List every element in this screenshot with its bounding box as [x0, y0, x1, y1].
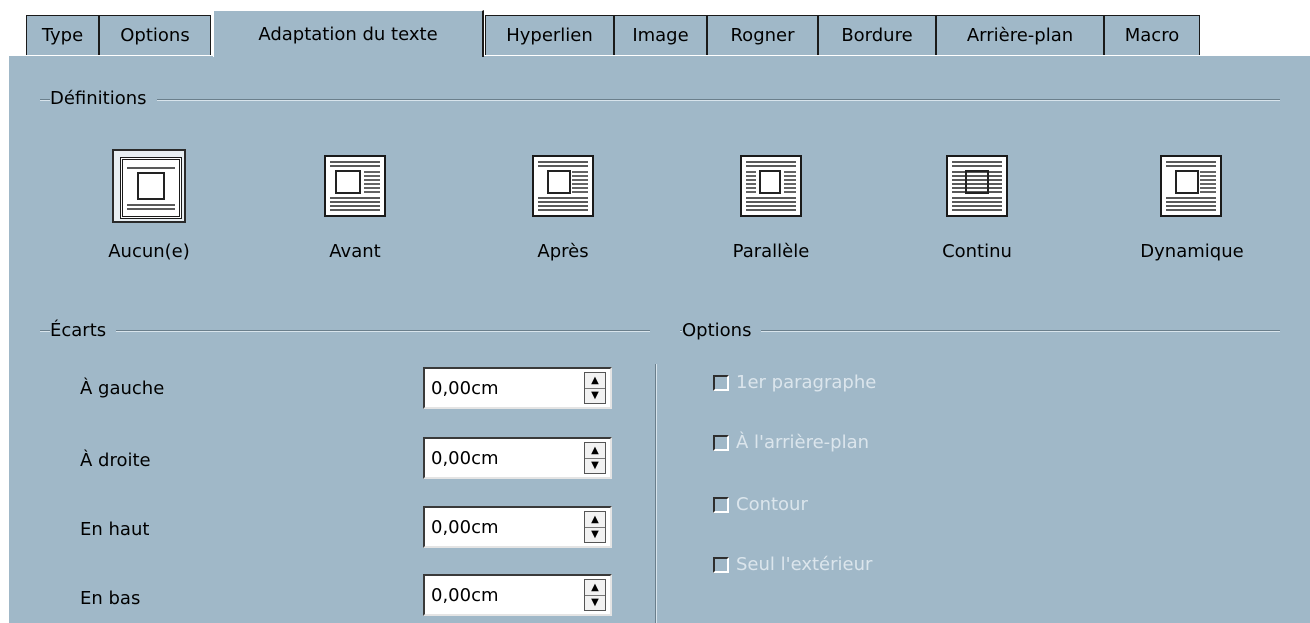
wrap-parallel-label[interactable]: Parallèle [708, 241, 834, 262]
wrap-optimal-label[interactable]: Dynamique [1122, 241, 1262, 262]
ecarts-separator [40, 330, 650, 332]
tab-label: Rogner [730, 25, 795, 46]
wrap-none-button[interactable] [112, 149, 186, 223]
wrap-through-label[interactable]: Continu [918, 241, 1036, 262]
top-spacing-label: En haut [80, 519, 150, 540]
tab-arriere-plan[interactable]: Arrière-plan [936, 15, 1104, 55]
spin-up-icon[interactable]: ▲ [585, 443, 605, 459]
tab-label: Macro [1124, 25, 1180, 46]
right-spacing-label: À droite [80, 450, 151, 471]
outside-only-label: Seul l'extérieur [736, 554, 873, 575]
in-background-label: À l'arrière-plan [736, 432, 870, 453]
spin-down-icon[interactable]: ▼ [585, 595, 605, 610]
wrap-parallel-button[interactable] [734, 149, 808, 223]
checkbox-unchecked-icon [713, 434, 729, 451]
left-spacing-field[interactable]: 0,00cm ▲ ▼ [423, 367, 612, 409]
definitions-group-title: Définitions [50, 88, 157, 109]
checkbox-unchecked-icon [713, 374, 729, 391]
first-paragraph-checkbox[interactable]: 1er paragraphe [713, 372, 876, 393]
tab-page-adaptation-du-texte [8, 55, 1310, 623]
spin-down-icon[interactable]: ▼ [585, 527, 605, 542]
tab-macro[interactable]: Macro [1104, 15, 1200, 55]
outside-only-checkbox[interactable]: Seul l'extérieur [713, 554, 872, 575]
options-separator [680, 330, 1280, 332]
group-divider [655, 364, 657, 623]
right-spacing-value[interactable]: 0,00cm [431, 448, 499, 469]
wrap-none-label[interactable]: Aucun(e) [86, 241, 212, 262]
checkbox-unchecked-icon [713, 556, 729, 573]
wrap-after-button[interactable] [526, 149, 600, 223]
bottom-spacing-field[interactable]: 0,00cm ▲ ▼ [423, 574, 612, 616]
wrap-before-icon [324, 155, 386, 217]
wrap-optimal-button[interactable] [1154, 149, 1228, 223]
spin-up-icon[interactable]: ▲ [585, 373, 605, 389]
left-spacing-label: À gauche [80, 378, 165, 399]
tab-options[interactable]: Options [99, 15, 211, 55]
tab-adaptation-du-texte[interactable]: Adaptation du texte [213, 10, 484, 57]
tab-label: Type [41, 25, 84, 46]
tab-bar: Type Options Adaptation du texte Hyperli… [0, 0, 1310, 57]
spin-up-icon[interactable]: ▲ [585, 512, 605, 528]
first-paragraph-label: 1er paragraphe [736, 372, 877, 393]
right-spacing-spinner: ▲ ▼ [584, 442, 606, 474]
bottom-spacing-value[interactable]: 0,00cm [431, 585, 499, 606]
contour-label: Contour [736, 494, 808, 515]
left-spacing-value[interactable]: 0,00cm [431, 378, 499, 399]
tab-label: Arrière-plan [966, 25, 1074, 46]
wrap-none-icon [120, 157, 182, 219]
top-spacing-value[interactable]: 0,00cm [431, 517, 499, 538]
wrap-after-label[interactable]: Après [500, 241, 626, 262]
bottom-spacing-label: En bas [80, 588, 141, 609]
right-spacing-field[interactable]: 0,00cm ▲ ▼ [423, 437, 612, 479]
tab-rogner[interactable]: Rogner [707, 15, 818, 55]
tab-hyperlien[interactable]: Hyperlien [485, 15, 614, 55]
tab-label: Adaptation du texte [258, 23, 438, 45]
top-spacing-spinner: ▲ ▼ [584, 511, 606, 543]
wrap-parallel-icon [740, 155, 802, 217]
tab-bordure[interactable]: Bordure [818, 15, 936, 55]
left-spacing-spinner: ▲ ▼ [584, 372, 606, 404]
options-group-title: Options [682, 320, 762, 341]
top-spacing-field[interactable]: 0,00cm ▲ ▼ [423, 506, 612, 548]
ecarts-group-title: Écarts [50, 320, 117, 341]
tab-label: Hyperlien [506, 25, 593, 46]
wrap-before-button[interactable] [318, 149, 392, 223]
tab-label: Image [632, 25, 689, 46]
tab-label: Options [120, 25, 190, 46]
tab-image[interactable]: Image [614, 15, 707, 55]
spin-down-icon[interactable]: ▼ [585, 388, 605, 403]
wrap-before-label[interactable]: Avant [296, 241, 414, 262]
tab-type[interactable]: Type [26, 15, 99, 55]
in-background-checkbox[interactable]: À l'arrière-plan [713, 432, 869, 453]
wrap-through-button[interactable] [940, 149, 1014, 223]
contour-checkbox[interactable]: Contour [713, 494, 808, 515]
tab-label: Bordure [841, 25, 913, 46]
checkbox-unchecked-icon [713, 496, 729, 513]
wrap-after-icon [532, 155, 594, 217]
definitions-separator [40, 99, 1280, 101]
wrap-through-icon [946, 155, 1008, 217]
spin-down-icon[interactable]: ▼ [585, 458, 605, 473]
spin-up-icon[interactable]: ▲ [585, 580, 605, 596]
bottom-spacing-spinner: ▲ ▼ [584, 579, 606, 611]
wrap-optimal-icon [1160, 155, 1222, 217]
